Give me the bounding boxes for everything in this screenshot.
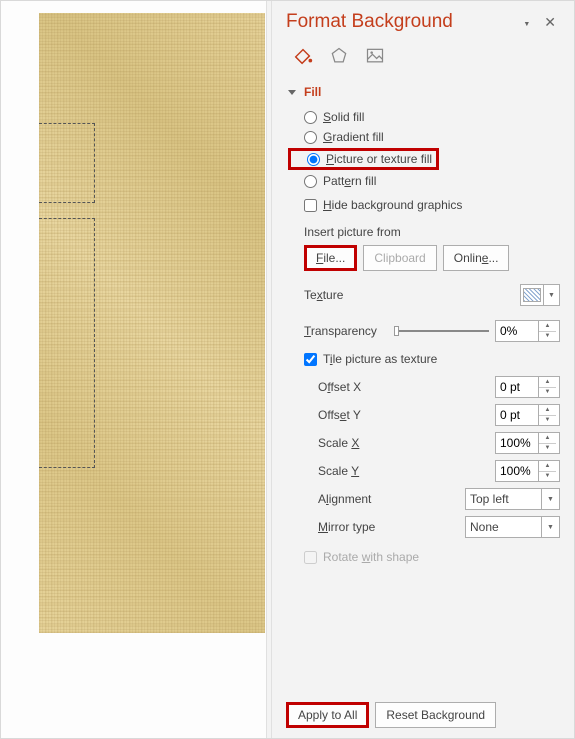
hide-bg-input[interactable] (304, 199, 317, 212)
chevron-down-icon: ▼ (541, 517, 559, 537)
tile-picture-input[interactable] (304, 353, 317, 366)
scale-x-label: Scale X (318, 436, 418, 450)
rotate-with-shape-label: Rotate with shape (323, 550, 419, 564)
offset-x-label: Offset X (318, 380, 418, 394)
fill-section-label: Fill (304, 85, 321, 99)
picture-texture-fill-label: Picture or texture fill (326, 152, 432, 166)
scale-y-spinner[interactable]: ▲▼ (495, 460, 560, 482)
tile-picture-check[interactable]: Tile picture as texture (304, 349, 560, 369)
slide-preview-area (1, 1, 266, 738)
format-background-panel: Format Background ✕ Fill Solid (272, 1, 574, 738)
alignment-dropdown[interactable]: Top left ▼ (465, 488, 560, 510)
placeholder-content (39, 218, 95, 468)
pattern-fill-label: Pattern fill (323, 174, 376, 188)
offset-x-spinner[interactable]: ▲▼ (495, 376, 560, 398)
rotate-with-shape-check: Rotate with shape (304, 547, 560, 567)
transparency-value[interactable] (496, 321, 538, 341)
pattern-fill-radio[interactable]: Pattern fill (286, 171, 560, 191)
gradient-fill-label: radient fill (332, 130, 383, 144)
solid-fill-input[interactable] (304, 111, 317, 124)
solid-fill-label: olid fill (331, 110, 364, 124)
alignment-label: Alignment (318, 492, 418, 506)
chevron-down-icon: ▼ (543, 285, 559, 305)
offset-y-label: Offset Y (318, 408, 418, 422)
effects-icon[interactable] (328, 45, 350, 67)
scale-x-value[interactable] (496, 433, 538, 453)
fill-section-header[interactable]: Fill (286, 85, 560, 99)
rotate-with-shape-input (304, 551, 317, 564)
transparency-spinner[interactable]: ▲▼ (495, 320, 560, 342)
texture-dropdown[interactable]: ▼ (520, 284, 560, 306)
pattern-fill-input[interactable] (304, 175, 317, 188)
fill-bucket-icon[interactable] (292, 45, 314, 67)
tile-picture-label: Tile picture as texture (323, 352, 437, 366)
transparency-slider[interactable] (394, 325, 489, 337)
picture-texture-fill-input[interactable] (307, 153, 320, 166)
file-button[interactable]: File... (304, 245, 357, 271)
online-button[interactable]: Online... (443, 245, 510, 271)
transparency-label: Transparency (304, 324, 394, 338)
scale-y-label: Scale Y (318, 464, 418, 478)
reset-background-button[interactable]: Reset Background (375, 702, 496, 728)
panel-options-dropdown[interactable] (521, 15, 530, 29)
offset-y-spinner[interactable]: ▲▼ (495, 404, 560, 426)
texture-swatch-icon (523, 288, 541, 302)
picture-icon[interactable] (364, 45, 386, 67)
gradient-fill-input[interactable] (304, 131, 317, 144)
panel-title: Format Background (286, 11, 453, 33)
scale-x-spinner[interactable]: ▲▼ (495, 432, 560, 454)
mirror-type-dropdown[interactable]: None ▼ (465, 516, 560, 538)
chevron-down-icon[interactable]: ▼ (539, 332, 556, 342)
alignment-value: Top left (470, 492, 509, 506)
scale-y-value[interactable] (496, 461, 538, 481)
solid-fill-radio[interactable]: Solid fill (286, 107, 560, 127)
offset-y-value[interactable] (496, 405, 538, 425)
chevron-down-icon: ▼ (541, 489, 559, 509)
chevron-up-icon[interactable]: ▲ (539, 321, 556, 332)
close-icon[interactable]: ✕ (540, 14, 560, 31)
clipboard-button: Clipboard (363, 245, 436, 271)
insert-picture-from-label: Insert picture from (304, 225, 560, 239)
mirror-type-label: Mirror type (318, 520, 418, 534)
hide-bg-label: Hide background graphics (323, 198, 462, 212)
slide-preview (39, 13, 265, 633)
placeholder-title (39, 123, 95, 203)
hide-bg-check[interactable]: Hide background graphics (286, 195, 560, 215)
mirror-type-value: None (470, 520, 499, 534)
texture-label: Texture (304, 288, 394, 302)
gradient-fill-radio[interactable]: Gradient fill (286, 127, 560, 147)
apply-to-all-button[interactable]: Apply to All (286, 702, 369, 728)
picture-texture-fill-highlight: Picture or texture fill (288, 148, 439, 170)
offset-x-value[interactable] (496, 377, 538, 397)
